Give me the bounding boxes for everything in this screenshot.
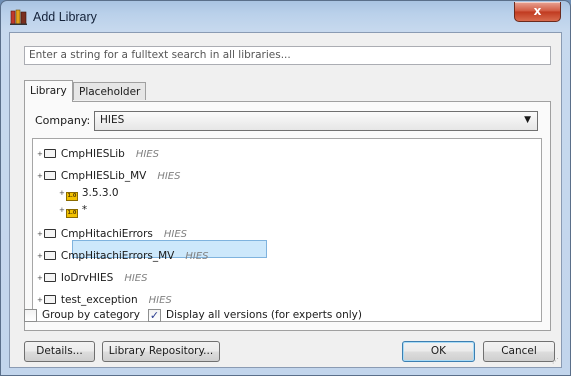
group-by-category-checkbox[interactable] [24, 309, 37, 322]
details-button[interactable]: Details... [24, 341, 95, 362]
version-label: 3.5.3.0 [81, 187, 119, 199]
version-label: * [81, 204, 88, 216]
company-label: Company: [35, 114, 91, 127]
display-all-versions-label[interactable]: Display all versions (for experts only) [166, 309, 362, 322]
expand-icon[interactable]: + [37, 167, 43, 185]
expand-icon[interactable]: + [37, 291, 43, 309]
version-icon: 1.0 [65, 209, 78, 218]
library-company: HIES [157, 171, 181, 182]
chevron-down-icon: ▼ [524, 115, 531, 125]
version-icon: 1.0 [65, 192, 78, 201]
group-by-category-label[interactable]: Group by category [42, 309, 140, 322]
expand-icon[interactable]: + [37, 247, 43, 265]
dialog-client-area: Enter a string for a fulltext search in … [9, 32, 562, 368]
tab-library[interactable]: Library [24, 80, 73, 102]
ok-button[interactable]: OK [402, 341, 475, 362]
library-tree[interactable]: + CmpHIESLib HIES + CmpHIESLib_MV HIES +1.0 3… [32, 138, 542, 322]
tree-item-cmphitachierrors-mv[interactable]: + CmpHitachiErrors_MV HIES [37, 247, 209, 265]
library-books-icon [10, 9, 27, 25]
library-company: HIES [135, 149, 159, 160]
add-library-dialog: Add Library x Enter a string for a fullt… [0, 0, 571, 376]
close-button[interactable]: x [514, 2, 561, 22]
library-name: IoDrvHIES [60, 272, 114, 284]
library-icon [43, 295, 56, 304]
library-name: CmpHIESLib [60, 148, 125, 160]
library-name: CmpHitachiErrors_MV [60, 250, 175, 262]
library-icon [43, 171, 56, 180]
company-select[interactable]: HIES ▼ [94, 111, 538, 131]
library-icon [43, 229, 56, 238]
expand-icon[interactable]: + [37, 145, 43, 163]
library-icon [43, 251, 56, 260]
library-name: test_exception [60, 294, 138, 306]
tree-item-test-exception[interactable]: + test_exception HIES [37, 291, 172, 309]
tree-item-cmphitachierrors[interactable]: + CmpHitachiErrors HIES [37, 225, 187, 243]
window-title: Add Library [33, 10, 97, 24]
tab-placeholder[interactable]: Placeholder [73, 82, 147, 100]
library-name: CmpHitachiErrors [60, 228, 153, 240]
library-company: HIES [148, 295, 172, 306]
expand-icon[interactable]: + [37, 225, 43, 243]
library-tab-panel: Company: HIES ▼ + CmpHIESLib HIES + CmpHIES… [24, 101, 551, 331]
library-name: CmpHIESLib_MV [60, 170, 147, 182]
expand-icon[interactable]: + [59, 184, 65, 202]
library-company: HIES [185, 251, 209, 262]
library-company: HIES [163, 229, 188, 240]
library-company: HIES [124, 273, 148, 284]
title-bar[interactable]: Add Library x [1, 1, 570, 33]
tree-version-any[interactable]: +1.0 * [59, 201, 87, 219]
library-repository-button[interactable]: Library Repository... [102, 341, 220, 362]
tree-item-cmphieslib-mv[interactable]: + CmpHIESLib_MV HIES [37, 167, 180, 185]
expand-icon[interactable]: + [37, 269, 43, 287]
tree-item-iodrvhies[interactable]: + IoDrvHIES HIES [37, 269, 147, 287]
expand-icon[interactable]: + [59, 201, 65, 219]
tree-version-3-5-3-0[interactable]: +1.0 3.5.3.0 [59, 184, 119, 202]
company-select-value: HIES [100, 114, 125, 126]
resize-grip-icon[interactable]: ⋰ [552, 357, 559, 365]
library-icon [43, 149, 56, 158]
fulltext-search-input[interactable]: Enter a string for a fulltext search in … [24, 46, 551, 65]
cancel-button[interactable]: Cancel [483, 341, 555, 362]
display-all-versions-checkbox[interactable]: ✓ [148, 309, 161, 322]
tree-item-cmphieslib[interactable]: + CmpHIESLib HIES [37, 145, 159, 163]
library-icon [43, 273, 56, 282]
